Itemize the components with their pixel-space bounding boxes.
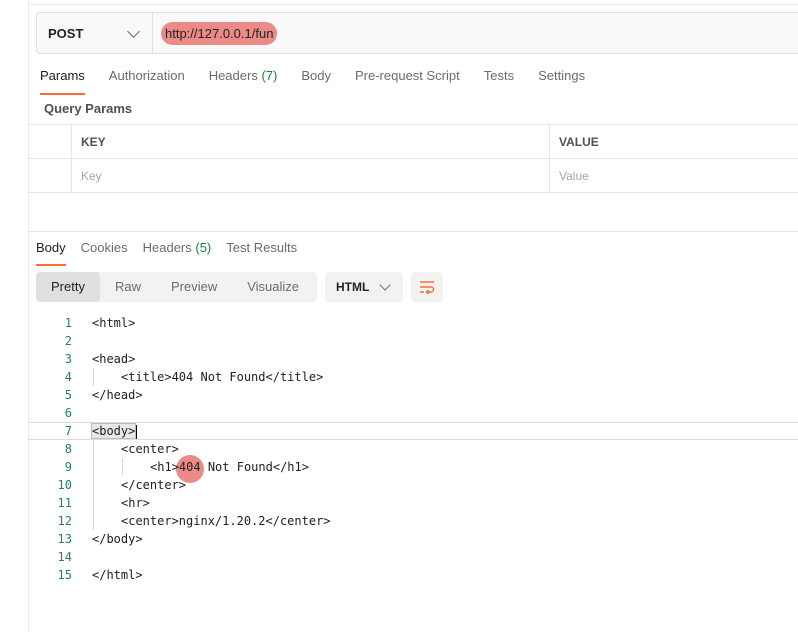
indent-guide	[93, 512, 94, 530]
line-number: 2	[64, 334, 72, 348]
view-pretty-button[interactable]: Pretty	[36, 272, 100, 302]
table-header-row: KEY VALUE	[28, 124, 798, 159]
line-number: 12	[57, 514, 72, 528]
indent-guide	[122, 458, 123, 476]
code-line: 4 <title>404 Not Found</title>	[28, 368, 798, 386]
wrap-lines-icon	[420, 281, 435, 294]
code-line: 5 </head>	[28, 386, 798, 404]
line-number: 11	[57, 496, 72, 510]
tab-headers[interactable]: Headers (7)	[209, 64, 278, 92]
method-label: POST	[48, 25, 84, 41]
line-number: 10	[57, 478, 72, 492]
query-params-table: KEY VALUE Key Value	[28, 124, 798, 193]
line-number: 9	[64, 460, 72, 474]
response-tabs: Body Cookies Headers (5) Test Results	[36, 236, 312, 266]
line-number: 8	[64, 442, 72, 456]
chevron-down-icon	[127, 24, 140, 38]
tab-tests[interactable]: Tests	[484, 64, 514, 92]
tab-settings[interactable]: Settings	[538, 64, 585, 92]
value-input[interactable]: Value	[550, 159, 798, 192]
text-cursor	[135, 424, 137, 439]
code-line-current: 7 <body>	[28, 422, 798, 440]
indent-guide	[93, 494, 94, 512]
wrap-lines-button[interactable]	[411, 272, 443, 302]
highlighted-404: 404	[178, 460, 201, 474]
code-line: 13 </body>	[28, 530, 798, 548]
matched-tag: <body>	[90, 423, 137, 439]
code-text: <html>	[92, 316, 136, 330]
code-text: <h1>404 Not Found</h1>	[150, 460, 309, 474]
url-input[interactable]: http://127.0.0.1/fun	[153, 13, 798, 53]
indent-guide	[93, 458, 94, 476]
row-checkbox-cell	[28, 159, 72, 192]
response-divider	[28, 231, 798, 232]
tab-pre-request-script[interactable]: Pre-request Script	[355, 64, 460, 92]
code-line: 6	[28, 404, 798, 422]
code-line: 1 <html>	[28, 314, 798, 332]
view-raw-button[interactable]: Raw	[100, 272, 156, 302]
response-tab-headers[interactable]: Headers (5)	[143, 236, 212, 264]
response-tab-cookies[interactable]: Cookies	[81, 236, 128, 264]
key-input[interactable]: Key	[72, 159, 550, 192]
chevron-down-icon	[379, 279, 391, 291]
tab-params[interactable]: Params	[40, 64, 85, 95]
value-column-header: VALUE	[559, 134, 599, 149]
code-text: </html>	[92, 568, 143, 582]
indent-guide	[93, 476, 94, 494]
code-text: <center>	[121, 442, 179, 456]
line-number: 14	[57, 550, 72, 564]
view-visualize-button[interactable]: Visualize	[232, 272, 314, 302]
query-params-title: Query Params	[44, 101, 133, 116]
code-line: 10 </center>	[28, 476, 798, 494]
format-select[interactable]: HTML	[325, 272, 403, 302]
line-number: 5	[64, 388, 72, 402]
key-column-header: KEY	[72, 125, 550, 158]
headers-count: (7)	[261, 68, 278, 83]
format-label: HTML	[336, 280, 370, 294]
view-preview-button[interactable]: Preview	[156, 272, 232, 302]
line-number: 4	[64, 370, 72, 384]
line-number: 3	[64, 352, 72, 366]
request-tabs: Params Authorization Headers (7) Body Pr…	[40, 64, 609, 95]
code-line: 15 </html>	[28, 566, 798, 584]
response-code-viewer[interactable]: 1 <html> 2 3 <head> 4 <title>404 Not Fou…	[28, 314, 798, 584]
checkbox-column	[28, 125, 72, 158]
code-line: 14	[28, 548, 798, 566]
method-select[interactable]: POST	[37, 13, 153, 53]
response-tab-test-results[interactable]: Test Results	[226, 236, 297, 264]
top-divider	[28, 0, 798, 5]
line-number: 1	[64, 316, 72, 330]
line-number: 6	[64, 406, 72, 420]
indent-guide	[93, 440, 94, 458]
tab-body[interactable]: Body	[301, 64, 331, 92]
view-mode-group: Pretty Raw Preview Visualize	[36, 272, 317, 302]
line-number: 7	[64, 424, 72, 438]
line-number: 13	[57, 532, 72, 546]
code-line: 2	[28, 332, 798, 350]
code-line: 8 <center>	[28, 440, 798, 458]
code-text: </head>	[92, 388, 143, 402]
code-text: </center>	[121, 478, 187, 492]
code-text: <body>	[90, 423, 137, 439]
code-line: 12 <center>nginx/1.20.2</center>	[28, 512, 798, 530]
code-line: 3 <head>	[28, 350, 798, 368]
left-sidebar-edge	[0, 0, 29, 632]
code-text: <center>nginx/1.20.2</center>	[121, 514, 331, 528]
code-line: 9 <h1>404 Not Found</h1>	[28, 458, 798, 476]
code-text: <hr>	[121, 496, 150, 510]
line-number: 15	[57, 568, 72, 582]
table-row: Key Value	[28, 159, 798, 193]
tab-authorization[interactable]: Authorization	[109, 64, 185, 92]
request-bar: POST http://127.0.0.1/fun	[36, 12, 798, 54]
code-text: </body>	[92, 532, 143, 546]
code-line: 11 <hr>	[28, 494, 798, 512]
url-text: http://127.0.0.1/fun	[161, 21, 278, 45]
indent-guide	[93, 368, 94, 386]
response-tab-body[interactable]: Body	[36, 236, 66, 266]
code-text: <head>	[92, 352, 136, 366]
response-headers-count: (5)	[195, 240, 212, 255]
code-text: <title>404 Not Found</title>	[121, 370, 324, 384]
